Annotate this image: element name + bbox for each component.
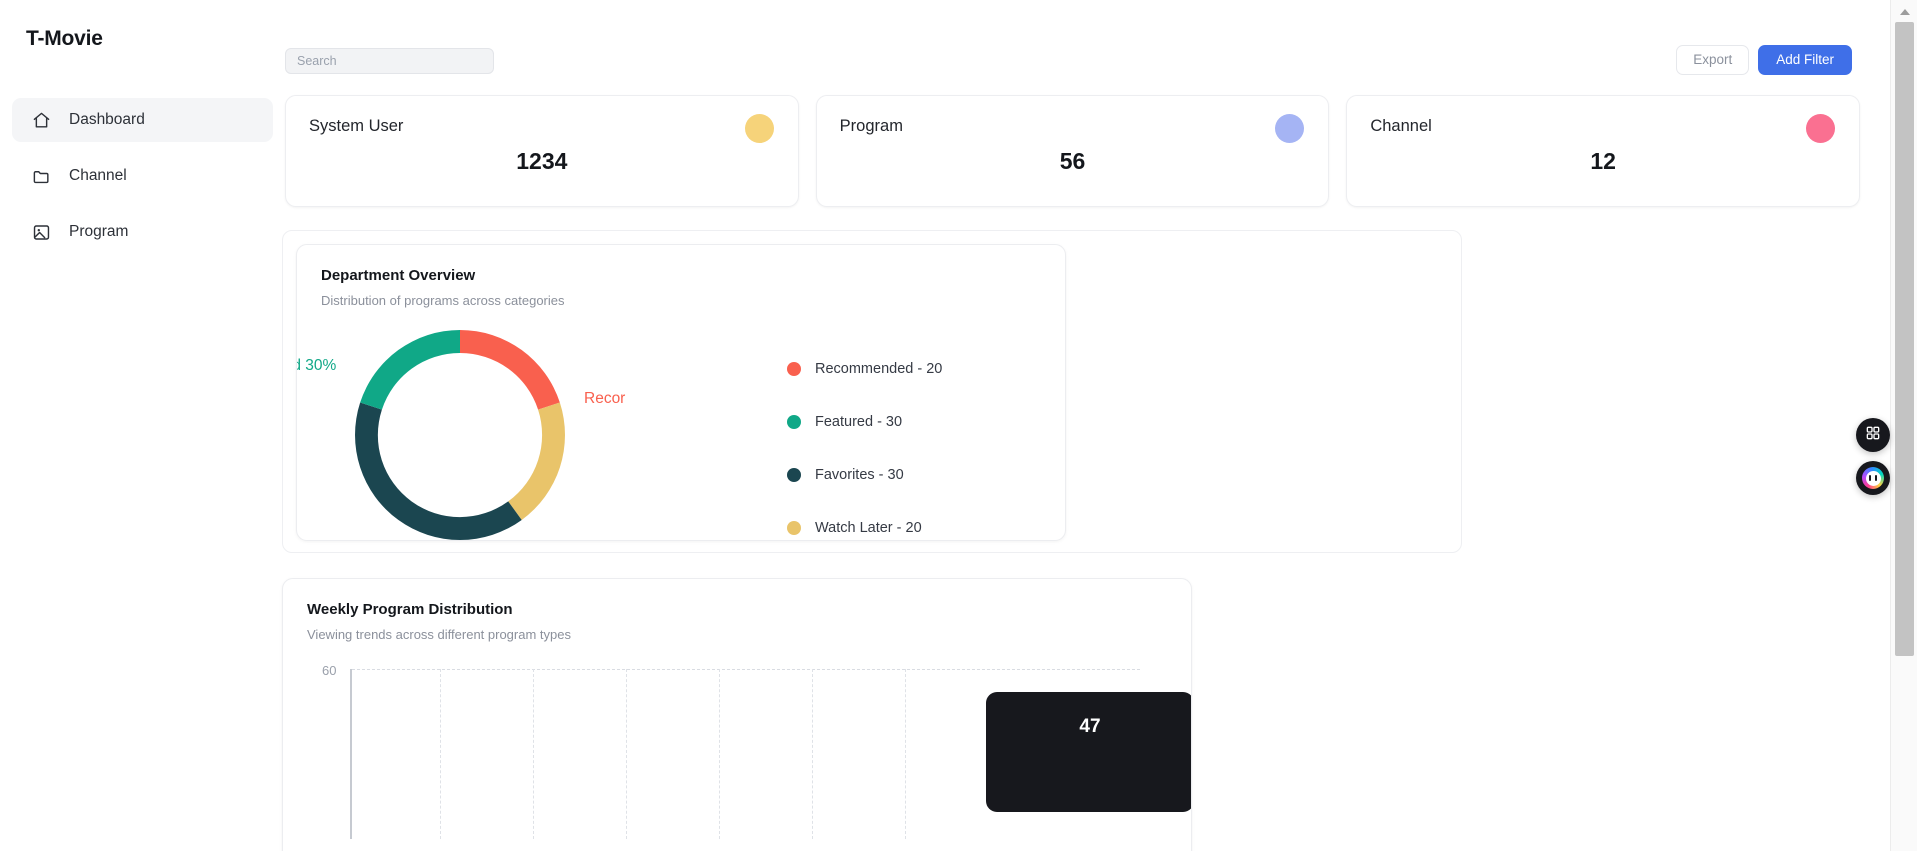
sidebar-item-label: Dashboard [69, 111, 145, 128]
legend-item[interactable]: Recommended - 20 [787, 342, 942, 395]
department-overview-card: Department Overview Distribution of prog… [296, 244, 1066, 541]
weekly-chart-body: 60 47 [283, 644, 1191, 851]
scrollbar-thumb[interactable] [1895, 22, 1914, 656]
legend-color-dot [787, 467, 801, 482]
gridline-vertical [812, 669, 813, 839]
donut-slice-watch-later[interactable] [508, 402, 565, 520]
card-subtitle: Viewing trends across different program … [307, 627, 571, 642]
sidebar: T-Movie Dashboard Channel Program [0, 0, 285, 851]
department-overview-panel: Department Overview Distribution of prog… [282, 230, 1462, 553]
assistant-avatar-icon [1862, 467, 1884, 489]
gridline-vertical [626, 669, 627, 839]
sidebar-item-dashboard[interactable]: Dashboard [12, 98, 273, 142]
card-header: Weekly Program Distribution Viewing tren… [283, 579, 1191, 644]
weekly-plot-area: 47 [350, 669, 1191, 839]
add-filter-button[interactable]: Add Filter [1758, 45, 1852, 75]
sidebar-item-program[interactable]: Program [12, 210, 273, 254]
export-button[interactable]: Export [1676, 45, 1750, 75]
card-title: Department Overview [321, 267, 476, 284]
sidebar-item-channel[interactable]: Channel [12, 154, 273, 198]
gridline-vertical [533, 669, 534, 839]
stat-cards-row: System User 1234 Program 56 Channel 12 [285, 95, 1861, 207]
stat-card-title: Channel [1370, 117, 1432, 135]
stat-card-value: 1234 [516, 148, 568, 174]
sidebar-item-label: Channel [69, 167, 127, 184]
donut-legend: Recommended - 20 Featured - 30 Favorites… [787, 342, 942, 540]
stat-card-value: 56 [1059, 148, 1086, 174]
stat-card-system-user[interactable]: System User 1234 [285, 95, 799, 207]
legend-color-dot [787, 361, 801, 376]
grid-apps-button[interactable] [1856, 418, 1890, 452]
toolbar-actions: Export Add Filter [1676, 45, 1852, 75]
stat-card-dot [1275, 114, 1305, 143]
donut-slice-recommended[interactable] [460, 330, 560, 410]
legend-label: Watch Later - 20 [815, 519, 922, 536]
card-title: Weekly Program Distribution [307, 601, 513, 618]
legend-label: Featured - 30 [815, 413, 903, 430]
gridline-vertical [719, 669, 720, 839]
folder-icon [32, 167, 51, 186]
weekly-distribution-card: Weekly Program Distribution Viewing tren… [282, 578, 1192, 851]
stat-card-title: System User [309, 117, 404, 135]
card-header: Department Overview Distribution of prog… [297, 245, 1065, 310]
search-input[interactable] [285, 48, 494, 74]
y-axis-tick-60: 60 [322, 663, 337, 678]
legend-label: Recommended - 20 [815, 360, 943, 377]
card-subtitle: Distribution of programs across categori… [321, 293, 565, 308]
chart-tooltip: 47 [986, 692, 1191, 812]
dashboard-page: T-Movie Dashboard Channel Program Search… [0, 0, 1917, 851]
home-icon [32, 111, 51, 130]
sidebar-item-label: Program [69, 223, 129, 240]
legend-label: Favorites - 30 [815, 466, 904, 483]
donut-chart [355, 330, 565, 540]
stat-card-dot [1806, 114, 1836, 143]
legend-item[interactable]: Featured - 30 [787, 395, 942, 448]
donut-chart-body: atured 30% Recor Watch orites 30% Recomm… [297, 310, 1065, 540]
floating-action-buttons [1856, 418, 1890, 495]
donut-slice-featured[interactable] [360, 330, 460, 410]
stat-card-dot [744, 114, 774, 143]
grid-apps-icon [1865, 425, 1881, 446]
sidebar-nav: Dashboard Channel Program [0, 98, 285, 254]
app-brand: T-Movie [26, 27, 103, 50]
stat-card-value: 12 [1590, 148, 1616, 174]
main-content: Export Add Filter System User 1234 Progr… [282, 0, 1890, 851]
legend-item[interactable]: Watch Later - 20 [787, 501, 942, 540]
stat-card-channel[interactable]: Channel 12 [1346, 95, 1861, 207]
stat-card-program[interactable]: Program 56 [815, 95, 1330, 207]
legend-color-dot [787, 414, 801, 429]
gridline-horizontal [352, 669, 1140, 670]
donut-slice-favorites[interactable] [355, 402, 522, 540]
toolbar: Export Add Filter [285, 45, 1860, 80]
assistant-button[interactable] [1856, 461, 1890, 495]
page-scrollbar[interactable] [1890, 0, 1917, 851]
gridline-vertical [440, 669, 441, 839]
gridline-vertical [905, 669, 906, 839]
legend-item[interactable]: Favorites - 30 [787, 448, 942, 501]
assistant-avatar-face [1865, 470, 1881, 486]
scroll-up-arrow-icon[interactable] [1891, 4, 1917, 19]
stat-card-title: Program [839, 117, 903, 135]
legend-color-dot [787, 520, 801, 535]
image-icon [32, 223, 51, 242]
